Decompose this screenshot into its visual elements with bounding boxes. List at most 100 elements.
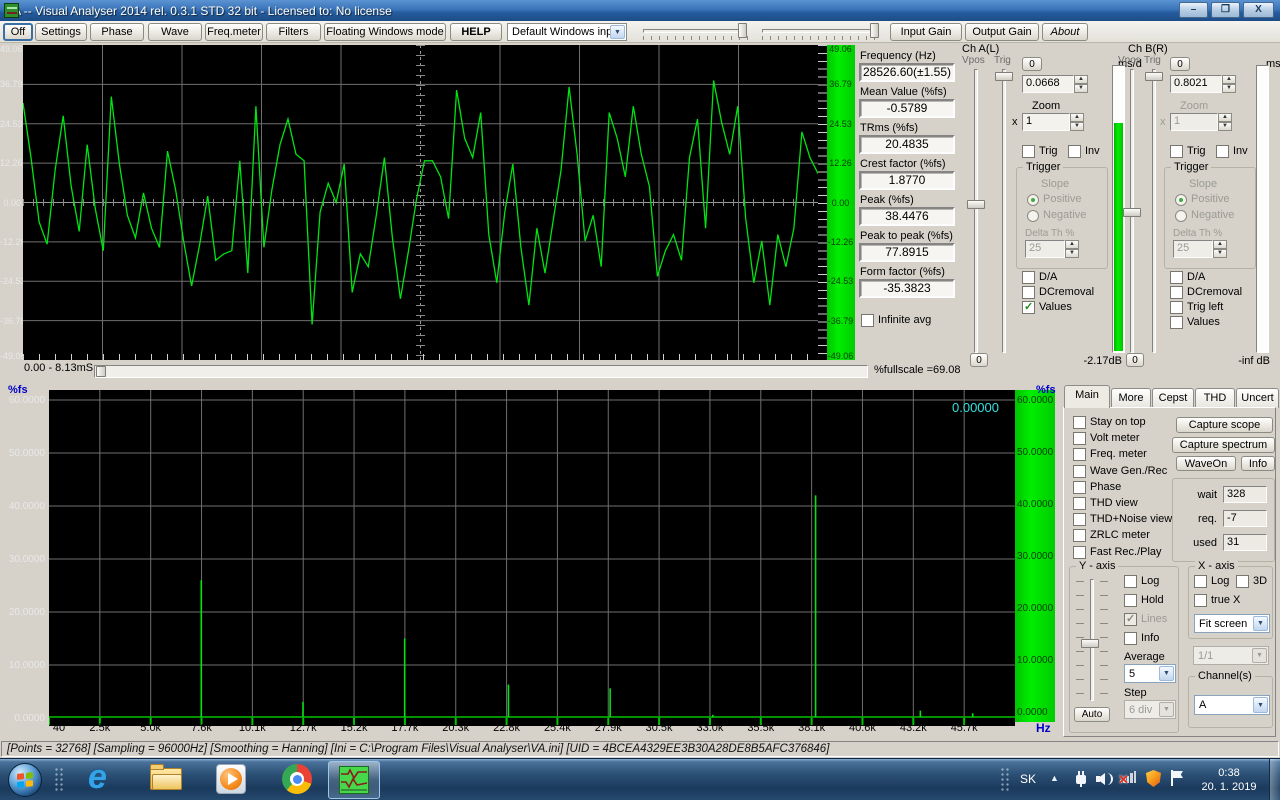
auto-button[interactable]: Auto (1074, 707, 1110, 722)
input-gain-button[interactable]: Input Gain (890, 23, 962, 41)
tray-expand-icon[interactable]: ▲ (1050, 773, 1059, 783)
x-axis-3d-checkbox[interactable] (1236, 575, 1249, 588)
chA-msdiv-spinner-up[interactable]: ▲ (1074, 75, 1088, 84)
chB-d-a-checkbox[interactable] (1170, 271, 1183, 284)
y-axis-log-checkbox[interactable] (1124, 575, 1137, 588)
tray-flag-icon[interactable] (1170, 770, 1184, 787)
capture-spectrum-button[interactable]: Capture spectrum (1172, 437, 1275, 453)
taskbar-item-chrome[interactable] (282, 764, 314, 796)
toolbar-button-settings[interactable]: Settings (35, 23, 87, 41)
capture-scope-button[interactable]: Capture scope (1176, 417, 1273, 433)
input-gain-slider-thumb[interactable] (738, 23, 747, 38)
toolbar-button-help[interactable]: HELP (450, 23, 502, 41)
chB-trig-left-checkbox[interactable] (1170, 301, 1183, 314)
taskbar-item-va[interactable] (328, 761, 380, 799)
info-button[interactable]: Info (1241, 456, 1275, 471)
tray-volume-icon[interactable] (1096, 771, 1114, 787)
chB-zero-button-bottom[interactable]: 0 (1126, 353, 1144, 367)
toolbar-button-floating-windows-mode[interactable]: Floating Windows mode (324, 23, 446, 41)
chA-delta-spinner-down[interactable]: ▼ (1065, 249, 1079, 258)
toolbar-button-wave[interactable]: Wave (148, 23, 202, 41)
toolbar-button-freq-meter[interactable]: Freq.meter (205, 23, 263, 41)
tray-language[interactable]: SK (1020, 772, 1036, 786)
chB-values-checkbox[interactable] (1170, 316, 1183, 329)
main-checkbox-thd-view[interactable] (1073, 497, 1086, 510)
chB-delta-spinner-up[interactable]: ▲ (1213, 240, 1227, 249)
channels-combo-arrow-icon[interactable]: ▼ (1253, 697, 1268, 713)
truex-checkbox[interactable] (1194, 594, 1207, 607)
chA-zoom-spinner[interactable]: 1 (1022, 113, 1070, 131)
chA-zoom-spinner-up[interactable]: ▲ (1070, 113, 1084, 122)
about-button[interactable]: About (1042, 23, 1088, 41)
chB-msdiv-spinner[interactable]: 0.8021 (1170, 75, 1222, 93)
main-checkbox-fast-rec-play[interactable] (1073, 546, 1086, 559)
taskbar-item-wmp[interactable] (216, 764, 248, 796)
chA-zoom-spinner-spin-buttons[interactable]: ▲▼ (1070, 113, 1084, 131)
toolbar-button-filters[interactable]: Filters (266, 23, 321, 41)
main-checkbox-freq-meter[interactable] (1073, 448, 1086, 461)
tab-thd[interactable]: THD (1195, 388, 1235, 408)
main-checkbox-thd-noise-view[interactable] (1073, 513, 1086, 526)
tab-uncert[interactable]: Uncert (1236, 388, 1279, 408)
step-combo-arrow-icon[interactable]: ▼ (1159, 702, 1174, 717)
fit-screen-combo-arrow-icon[interactable]: ▼ (1253, 616, 1268, 631)
input-device-combo-arrow-icon[interactable]: ▼ (610, 25, 625, 39)
ratio-combo[interactable]: 1/1▼ (1193, 646, 1269, 665)
chB-inv-checkbox[interactable] (1216, 145, 1229, 158)
chA-zoom-spinner-down[interactable]: ▼ (1070, 122, 1084, 131)
step-combo[interactable]: 6 div▼ (1124, 700, 1176, 719)
main-checkbox-zrlc-meter[interactable] (1073, 529, 1086, 542)
average-combo-arrow-icon[interactable]: ▼ (1159, 666, 1174, 681)
chB-zero-button-top[interactable]: 0 (1170, 57, 1190, 71)
waveon-button[interactable]: WaveOn (1176, 456, 1236, 471)
chB-slope-negative-radio[interactable] (1175, 210, 1187, 222)
chA-vpos-slider-thumb[interactable] (967, 200, 985, 209)
output-gain-slider-track[interactable] (762, 29, 879, 33)
chB-vpos-slider-thumb[interactable] (1123, 208, 1141, 217)
tray-network-icon[interactable]: ✕ (1120, 771, 1138, 787)
start-button[interactable] (8, 763, 42, 797)
chB-trig-slider-track[interactable] (1152, 69, 1156, 353)
chA-trig-checkbox[interactable] (1022, 145, 1035, 158)
y-axis-slider-thumb[interactable] (1081, 639, 1099, 648)
maximize-button[interactable]: ❐ (1211, 2, 1240, 18)
tray-shield-icon[interactable] (1146, 770, 1161, 787)
chA-zero-button-bottom[interactable]: 0 (970, 353, 988, 367)
show-desktop-button[interactable] (1269, 759, 1280, 800)
tray-clock[interactable]: 0:3820. 1. 2019 (1198, 765, 1260, 795)
chA-dcremoval-checkbox[interactable] (1022, 286, 1035, 299)
tray-power-icon[interactable] (1073, 771, 1089, 787)
tab-more[interactable]: More (1111, 388, 1151, 408)
minimize-button[interactable]: – (1179, 2, 1208, 18)
chB-msdiv-spinner-spin-buttons[interactable]: ▲▼ (1222, 75, 1236, 93)
scope-h-scrollbar[interactable] (94, 365, 868, 378)
scope-h-scrollbar-thumb[interactable] (96, 366, 106, 377)
chA-delta-spinner-up[interactable]: ▲ (1065, 240, 1079, 249)
ratio-combo-arrow-icon[interactable]: ▼ (1252, 648, 1267, 663)
chA-msdiv-spinner-spin-buttons[interactable]: ▲▼ (1074, 75, 1088, 93)
tab-main[interactable]: Main (1064, 385, 1110, 408)
main-checkbox-phase[interactable] (1073, 481, 1086, 494)
main-checkbox-volt-meter[interactable] (1073, 432, 1086, 445)
chB-zoom-spinner-down[interactable]: ▼ (1218, 122, 1232, 131)
chA-slope-positive-radio[interactable] (1027, 194, 1039, 206)
chB-dcremoval-checkbox[interactable] (1170, 286, 1183, 299)
chB-msdiv-spinner-up[interactable]: ▲ (1222, 75, 1236, 84)
chA-values-checkbox[interactable] (1022, 301, 1035, 314)
chB-zoom-spinner-up[interactable]: ▲ (1218, 113, 1232, 122)
main-checkbox-wave-gen-rec[interactable] (1073, 465, 1086, 478)
y-axis-hold-checkbox[interactable] (1124, 594, 1137, 607)
chA-delta-spinner[interactable]: 25 (1025, 240, 1065, 258)
toolbar-button-off[interactable]: Off (3, 23, 33, 41)
chA-d-a-checkbox[interactable] (1022, 271, 1035, 284)
chB-trig-slider-thumb[interactable] (1145, 72, 1163, 81)
average-combo[interactable]: 5▼ (1124, 664, 1176, 683)
chB-delta-spinner-spin-buttons[interactable]: ▲▼ (1213, 240, 1227, 258)
chA-trig-slider-track[interactable] (1002, 69, 1006, 353)
y-axis-info-checkbox[interactable] (1124, 632, 1137, 645)
chA-msdiv-spinner[interactable]: 0.0668 (1022, 75, 1074, 93)
chB-delta-spinner[interactable]: 25 (1173, 240, 1213, 258)
x-axis-log-checkbox[interactable] (1194, 575, 1207, 588)
chB-zoom-spinner-spin-buttons[interactable]: ▲▼ (1218, 113, 1232, 131)
toolbar-button-phase[interactable]: Phase (90, 23, 144, 41)
